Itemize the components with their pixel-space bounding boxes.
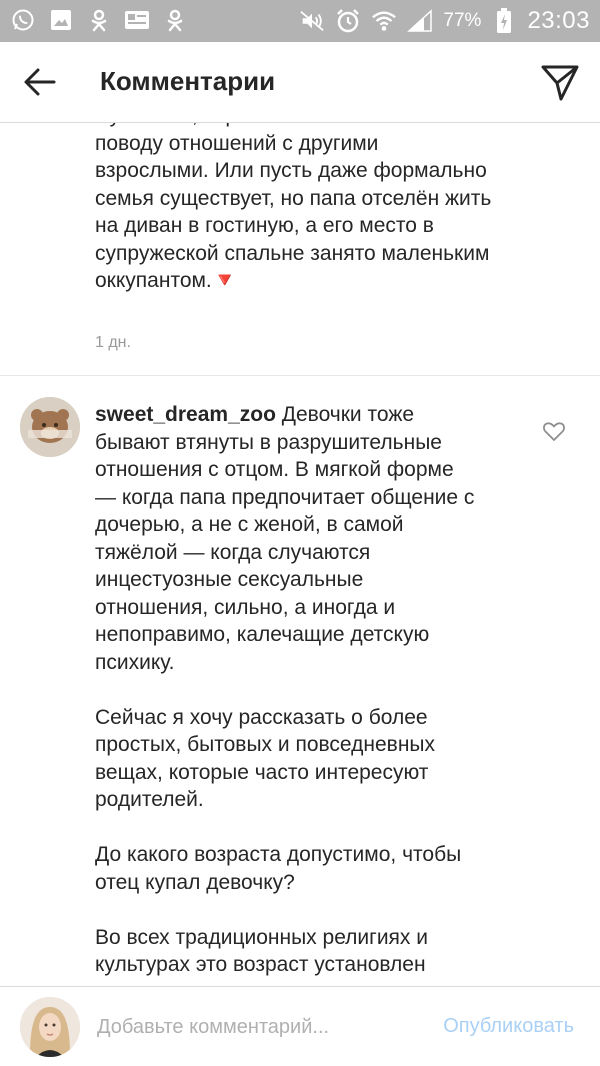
arrow-left-icon [24,68,56,96]
avatar [20,997,80,1057]
post-button[interactable]: Опубликовать [443,1015,574,1038]
comment-item: мужчина», спрашивает его совета по повод… [95,122,565,295]
comment-timestamp[interactable]: 1 дн. [95,334,131,352]
red-triangle-emoji: 🔻 [211,269,238,292]
clock: 23:03 [527,7,590,34]
paper-plane-icon [541,65,579,101]
comments-list[interactable]: мужчина», спрашивает его совета по повод… [0,122,600,986]
divider [0,375,600,376]
system-status: 77% 23:03 [299,5,590,37]
comment-username[interactable]: sweet_dream_zoo [95,403,276,426]
avatar[interactable] [20,397,80,457]
comment-input[interactable] [95,1009,399,1045]
heart-outline-icon [543,422,565,441]
alarm-icon [335,8,361,34]
battery-icon [491,8,517,34]
mute-icon [299,8,325,34]
gallery-icon [48,7,74,33]
like-button[interactable] [542,419,566,443]
odnoklassniki-icon [162,7,188,33]
odnoklassniki-icon [86,7,112,33]
wifi-icon [371,8,397,34]
comment-item: sweet_dream_zoo Девочки тоже бывают втян… [95,401,535,979]
news-icon [124,7,150,33]
page-title: Комментарии [100,66,276,96]
comment-text: sweet_dream_zoo Девочки тоже бывают втян… [95,403,475,976]
comment-composer: Опубликовать [0,986,600,1066]
notification-icons [10,7,188,33]
status-bar: 77% 23:03 [0,0,600,42]
back-button[interactable] [22,64,58,100]
top-app-bar: Комментарии [0,42,600,123]
comment-text: мужчина», спрашивает его совета по повод… [95,122,492,292]
battery-percent: 77% [443,10,482,31]
share-button[interactable] [540,62,580,102]
signal-icon [407,8,433,34]
whatsapp-icon [10,7,36,33]
